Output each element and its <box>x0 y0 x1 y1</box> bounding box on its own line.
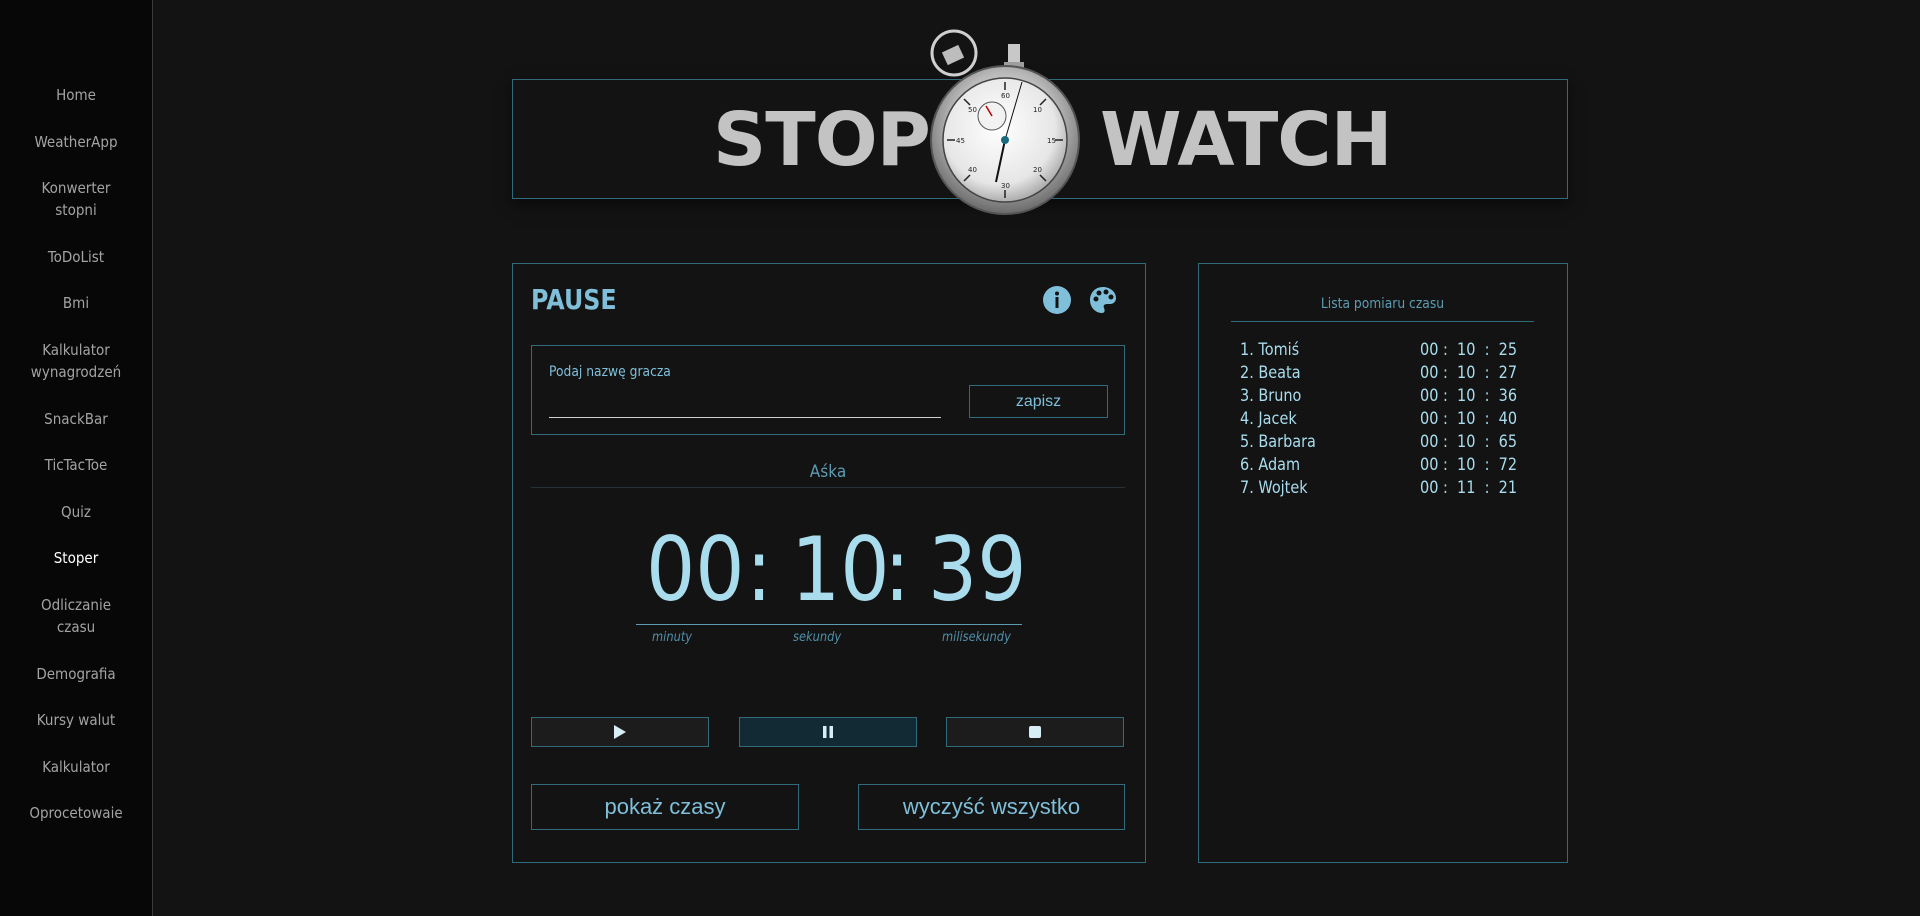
sidebar-item-demografia[interactable]: Demografia <box>0 663 152 685</box>
sidebar-item-bmi[interactable]: Bmi <box>0 292 152 314</box>
logo-word-watch: WATCH <box>1100 97 1393 183</box>
sidebar: Home WeatherApp Konwerter stopni ToDoLis… <box>0 0 153 916</box>
list-item-time: 00 : 10 : 65 <box>1420 432 1518 452</box>
play-button[interactable] <box>531 717 709 747</box>
list-item-time: 00 : 10 : 36 <box>1420 386 1518 406</box>
sidebar-item-tictactoe[interactable]: TicTacToe <box>0 454 152 476</box>
timer-minutes: 00 <box>646 518 745 621</box>
times-list-title: Lista pomiaru czasu <box>1320 296 1445 312</box>
list-item: 7. Wojtek 00 : 11 : 21 <box>1240 478 1540 501</box>
show-times-button[interactable]: pokaż czasy <box>531 784 799 830</box>
stop-button[interactable] <box>946 717 1124 747</box>
list-item-time: 00 : 10 : 40 <box>1420 409 1518 429</box>
list-item: 4. Jacek 00 : 10 : 40 <box>1240 409 1540 432</box>
player-name-input[interactable] <box>549 386 941 418</box>
info-icon[interactable] <box>1042 285 1072 315</box>
svg-text:45: 45 <box>956 137 965 145</box>
sidebar-item-weatherapp[interactable]: WeatherApp <box>0 131 152 153</box>
list-item-time: 00 : 10 : 72 <box>1420 455 1518 475</box>
sidebar-item-stoper[interactable]: Stoper <box>0 547 152 569</box>
play-icon <box>614 725 626 739</box>
svg-text:10: 10 <box>1033 106 1042 114</box>
stopwatch-icon: 60 15 30 45 10 20 40 50 <box>930 29 1080 215</box>
list-item-name: 3. Bruno <box>1240 386 1302 406</box>
svg-text:50: 50 <box>968 106 977 114</box>
list-item-name: 1. Tomiś <box>1240 340 1300 360</box>
timer-separator: : <box>884 518 911 621</box>
sidebar-item-kalkulator[interactable]: Kalkulator <box>0 756 152 778</box>
logo-word-stop: STOP <box>713 97 931 183</box>
list-item: 3. Bruno 00 : 10 : 36 <box>1240 386 1540 409</box>
current-player-name: Aśka <box>809 462 847 482</box>
list-item: 1. Tomiś 00 : 10 : 25 <box>1240 340 1540 363</box>
timer-separator: : <box>746 518 773 621</box>
svg-text:60: 60 <box>1001 92 1010 100</box>
list-item-time: 00 : 11 : 21 <box>1420 478 1518 498</box>
times-list-divider <box>1231 321 1534 322</box>
list-item: 5. Barbara 00 : 10 : 65 <box>1240 432 1540 455</box>
sidebar-item-konwerter-stopni[interactable]: Konwerter stopni <box>0 177 152 221</box>
svg-text:15: 15 <box>1047 137 1056 145</box>
sidebar-item-quiz[interactable]: Quiz <box>0 501 152 523</box>
palette-icon[interactable] <box>1088 285 1118 315</box>
timer-underline <box>636 624 1022 625</box>
svg-text:20: 20 <box>1033 166 1042 174</box>
list-item-name: 5. Barbara <box>1240 432 1316 452</box>
list-item-time: 00 : 10 : 25 <box>1420 340 1518 360</box>
sidebar-item-odliczanie-czasu[interactable]: Odliczanie czasu <box>0 594 152 638</box>
player-name-label: Podaj nazwę gracza <box>549 364 671 380</box>
list-item: 2. Beata 00 : 10 : 27 <box>1240 363 1540 386</box>
sidebar-item-home[interactable]: Home <box>0 84 152 106</box>
sidebar-item-kursy-walut[interactable]: Kursy walut <box>0 709 152 731</box>
list-item-name: 2. Beata <box>1240 363 1301 383</box>
sidebar-item-todolist[interactable]: ToDoList <box>0 246 152 268</box>
list-item-name: 4. Jacek <box>1240 409 1297 429</box>
status-label: PAUSE <box>531 283 617 316</box>
sidebar-item-snackbar[interactable]: SnackBar <box>0 408 152 430</box>
unit-minutes-label: minuty <box>652 630 693 645</box>
unit-milliseconds-label: milisekundy <box>942 630 1011 645</box>
list-item-time: 00 : 10 : 27 <box>1420 363 1518 383</box>
timer-seconds: 10 <box>791 518 890 621</box>
list-item-name: 7. Wojtek <box>1240 478 1308 498</box>
unit-seconds-label: sekundy <box>793 630 842 645</box>
clear-all-button[interactable]: wyczyść wszystko <box>858 784 1125 830</box>
sidebar-item-kalkulator-wynagrodzen[interactable]: Kalkulator wynagrodzeń <box>0 339 152 383</box>
svg-text:40: 40 <box>968 166 977 174</box>
pause-button[interactable] <box>739 717 917 747</box>
divider <box>531 487 1125 488</box>
timer-milliseconds: 39 <box>928 518 1027 621</box>
pause-icon <box>823 726 833 738</box>
save-button[interactable]: zapisz <box>969 385 1108 418</box>
list-item-name: 6. Adam <box>1240 455 1301 475</box>
sidebar-item-oprocetowaie[interactable]: Oprocetowaie <box>0 802 152 824</box>
list-item: 6. Adam 00 : 10 : 72 <box>1240 455 1540 478</box>
svg-text:30: 30 <box>1001 182 1010 190</box>
stop-icon <box>1029 726 1041 738</box>
